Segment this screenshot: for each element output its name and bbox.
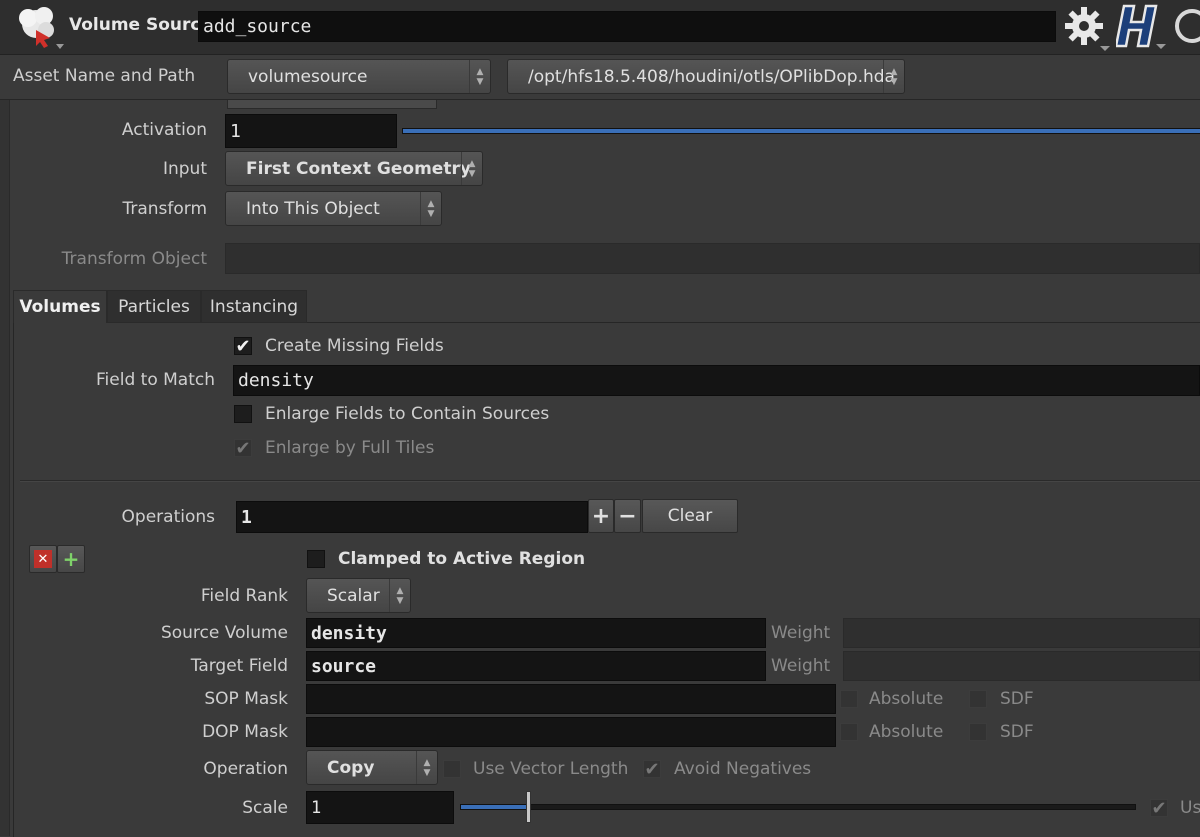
dop-mask-label: DOP Mask <box>202 722 288 742</box>
scale-input[interactable]: 1 <box>306 791 454 824</box>
updown-arrows-icon: ▲ ▼ <box>469 60 490 93</box>
operations-label: Operations <box>121 507 215 527</box>
operation-value: Copy <box>327 757 375 778</box>
operations-count-input[interactable]: 1 <box>236 501 588 533</box>
add-operation-button[interactable]: + <box>588 499 614 533</box>
trailing-checkbox[interactable]: ✔ <box>1150 798 1168 819</box>
dop-absolute-checkbox[interactable] <box>840 723 858 741</box>
transform-object-label: Transform Object <box>61 249 207 269</box>
tab-instancing[interactable]: Instancing <box>201 290 307 323</box>
separator <box>20 480 1200 482</box>
source-volume-label: Source Volume <box>160 623 288 643</box>
source-volume-input[interactable]: density <box>306 618 766 648</box>
create-missing-fields-label: Create Missing Fields <box>265 336 444 356</box>
sop-sdf-checkbox[interactable] <box>969 690 987 708</box>
tab-particles[interactable]: Particles <box>107 290 201 323</box>
field-rank-value: Scalar <box>327 585 380 606</box>
asset-name-value: volumesource <box>248 66 368 87</box>
left-panel-border <box>0 100 10 836</box>
scale-slider-track[interactable] <box>460 791 1136 823</box>
sop-sdf-label: SDF <box>1000 689 1034 709</box>
plus-icon: + <box>591 503 611 529</box>
enlarge-fields-label: Enlarge Fields to Contain Sources <box>265 404 550 424</box>
use-vector-length-checkbox[interactable] <box>443 760 461 778</box>
updown-arrows-icon: ▲ ▼ <box>389 579 410 612</box>
transform-value: Into This Object <box>246 198 380 219</box>
sop-mask-label: SOP Mask <box>204 689 288 709</box>
gear-icon[interactable] <box>1060 4 1112 52</box>
target-weight-label: Weight <box>771 656 831 676</box>
field-to-match-input[interactable]: density <box>233 365 1200 396</box>
activation-slider-track[interactable] <box>402 128 1200 134</box>
houdini-h-icon[interactable] <box>1114 2 1168 52</box>
sop-mask-input[interactable] <box>306 684 836 714</box>
scale-slider-handle[interactable] <box>526 791 532 823</box>
clamped-active-region-checkbox[interactable] <box>307 550 325 568</box>
dop-sdf-label: SDF <box>1000 722 1034 742</box>
updown-arrows-icon: ▲ ▼ <box>883 60 904 93</box>
dop-sdf-checkbox[interactable] <box>969 723 987 741</box>
sop-absolute-checkbox[interactable] <box>840 690 858 708</box>
updown-arrows-icon: ▲ ▼ <box>416 751 437 784</box>
node-icon[interactable] <box>16 4 64 50</box>
node-type-label: Volume Source <box>69 15 213 35</box>
sop-absolute-label: Absolute <box>869 689 944 709</box>
use-vector-length-label: Use Vector Length <box>473 759 629 779</box>
transform-label: Transform <box>122 199 207 219</box>
target-field-input[interactable]: source <box>306 651 766 681</box>
insert-icon: + <box>62 547 80 571</box>
asset-path-value: /opt/hfs18.5.408/houdini/otls/OPlibDop.h… <box>528 66 895 87</box>
dop-mask-input[interactable] <box>306 717 836 747</box>
operation-label: Operation <box>203 759 288 779</box>
scrolled-widget-fragment <box>227 100 437 109</box>
separator <box>0 99 1200 100</box>
updown-arrows-icon: ▲ ▼ <box>420 192 441 225</box>
target-weight-input <box>843 651 1200 681</box>
enlarge-full-tiles-checkbox[interactable]: ✔ <box>234 438 252 459</box>
asset-path-dropdown[interactable]: /opt/hfs18.5.408/houdini/otls/OPlibDop.h… <box>507 59 905 94</box>
remove-instance-button[interactable]: ✕ <box>29 545 57 573</box>
transform-object-input <box>225 243 1200 274</box>
avoid-negatives-label: Avoid Negatives <box>674 759 812 779</box>
clamped-active-region-label: Clamped to Active Region <box>338 549 586 569</box>
trailing-label: Us <box>1180 798 1200 818</box>
field-to-match-label: Field to Match <box>96 370 215 390</box>
source-weight-label: Weight <box>771 623 831 643</box>
remove-operation-button[interactable]: − <box>614 499 641 533</box>
field-rank-label: Field Rank <box>200 586 288 606</box>
scale-label: Scale <box>242 798 288 818</box>
operation-dropdown[interactable]: Copy ▲ ▼ <box>306 750 438 785</box>
transform-dropdown[interactable]: Into This Object ▲ ▼ <box>225 191 442 226</box>
input-value: First Context Geometry <box>246 158 471 179</box>
enlarge-fields-checkbox[interactable] <box>234 405 252 423</box>
create-missing-fields-checkbox[interactable]: ✔ <box>234 336 252 357</box>
tab-volumes[interactable]: Volumes <box>13 290 107 323</box>
updown-arrows-icon: ▲ ▼ <box>461 152 482 185</box>
scale-slider-fill <box>461 805 529 809</box>
source-weight-input <box>843 618 1200 648</box>
insert-instance-button[interactable]: + <box>57 545 85 573</box>
minus-icon: − <box>618 503 637 529</box>
input-dropdown[interactable]: First Context Geometry ▲ ▼ <box>225 151 483 186</box>
activation-label: Activation <box>121 120 207 140</box>
input-label: Input <box>162 159 207 179</box>
close-icon: ✕ <box>34 550 52 568</box>
target-field-label: Target Field <box>190 656 288 676</box>
avoid-negatives-checkbox[interactable]: ✔ <box>643 759 661 780</box>
asset-name-dropdown[interactable]: volumesource ▲ ▼ <box>227 59 491 94</box>
asset-name-path-label: Asset Name and Path <box>13 66 196 86</box>
help-icon[interactable] <box>1172 6 1200 46</box>
activation-input[interactable]: 1 <box>225 114 397 148</box>
node-name-input[interactable]: add_source <box>198 11 1056 42</box>
enlarge-full-tiles-label: Enlarge by Full Tiles <box>265 438 435 458</box>
clear-button[interactable]: Clear <box>642 499 738 533</box>
field-rank-dropdown[interactable]: Scalar ▲ ▼ <box>306 578 411 613</box>
dop-absolute-label: Absolute <box>869 722 944 742</box>
